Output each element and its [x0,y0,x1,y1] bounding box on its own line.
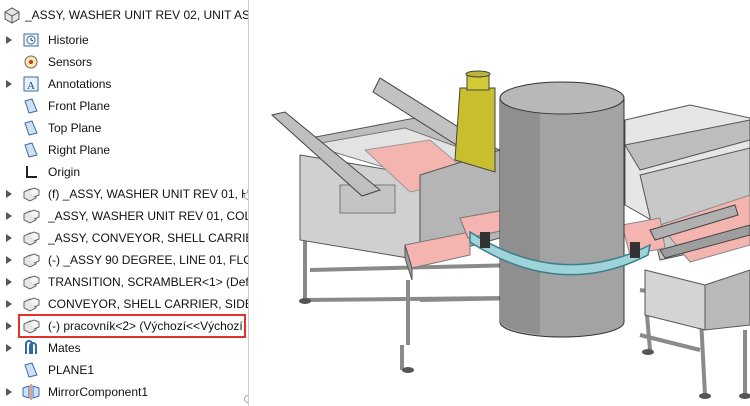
tree-item-label: Historie [48,33,89,47]
tree-item[interactable]: Origin [0,161,248,183]
tree-item[interactable]: Front Plane [0,95,248,117]
selected-item-highlight [18,314,246,338]
tree-item-label: Origin [48,165,81,179]
tree-root-assembly[interactable]: _ASSY, WASHER UNIT REV 02, UNIT ASSEM [0,4,248,26]
plane-icon [21,97,41,115]
expand-arrow-icon[interactable] [5,205,13,227]
tree-item-label: CONVEYOR, SHELL CARRIER, SIDE RA [48,297,248,311]
tree-item[interactable]: _ASSY, CONVEYOR, SHELL CARRIER< [0,227,248,249]
assembly-icon [21,229,41,247]
tree-item[interactable]: Right Plane [0,139,248,161]
tree-item-label: Top Plane [48,121,102,135]
tree-item-label: Right Plane [48,143,111,157]
expand-arrow-icon[interactable] [5,381,13,403]
expand-arrow-icon[interactable] [5,271,13,293]
expand-arrow-icon[interactable] [5,315,13,337]
tree-item[interactable]: TRANSITION, SCRAMBLER<1> (Defau [0,271,248,293]
assembly-icon [2,6,22,24]
tree-item[interactable]: MirrorComponent1 [0,381,248,403]
assembly-icon [21,273,41,291]
tree-item-label: Sensors [48,55,93,69]
mirror-component-icon [21,383,41,401]
expand-arrow-icon[interactable] [5,293,13,315]
annotations-icon: A [21,75,41,93]
tree-item-label: _ASSY, WASHER UNIT REV 01, COLD R [48,209,248,223]
history-icon [21,31,41,49]
tree-item[interactable]: Historie [0,29,248,51]
expand-arrow-icon[interactable] [5,29,13,51]
plane-icon [21,361,41,379]
svg-text:A: A [27,80,35,92]
tree-item[interactable]: (-) _ASSY 90 DEGREE, LINE 01, FLOOR [0,249,248,271]
tree-item[interactable]: Mates [0,337,248,359]
tree-item-label: TRANSITION, SCRAMBLER<1> (Defau [48,275,249,289]
tree-item[interactable]: _ASSY, WASHER UNIT REV 01, COLD R [0,205,248,227]
origin-icon [21,163,41,181]
assembly-icon [21,251,41,269]
yellow-container [454,87,496,173]
right-unit-side-panel [644,269,706,331]
assembly-icon [21,295,41,313]
tree-item-label: Annotations [48,77,112,91]
tree-item-label: _ASSY, CONVEYOR, SHELL CARRIER< [48,231,249,245]
expand-arrow-icon[interactable] [5,227,13,249]
tree-item-label: (f) _ASSY, WASHER UNIT REV 01, HOT [48,187,249,201]
tree-item[interactable]: PLANE1 [0,359,248,381]
tree-root-label: _ASSY, WASHER UNIT REV 02, UNIT ASSEM [25,8,249,22]
assembly-icon [21,207,41,225]
tree-item-label: (-) _ASSY 90 DEGREE, LINE 01, FLOOR [48,253,249,267]
tree-item-label: MirrorComponent1 [48,385,149,399]
tree-item[interactable]: Sensors [0,51,248,73]
expand-arrow-icon[interactable] [5,73,13,95]
tree-item[interactable]: A Annotations [0,73,248,95]
mates-icon [21,339,41,357]
3d-viewport[interactable] [249,0,750,406]
sensor-icon [21,53,41,71]
plane-icon [21,141,41,159]
plane-icon [21,119,41,137]
assembly-icon [21,185,41,203]
expand-arrow-icon[interactable] [5,183,13,205]
assembly-model-render [270,70,750,399]
expand-arrow-icon[interactable] [5,249,13,271]
tree-item-label: PLANE1 [48,363,95,377]
feature-manager-tree: _ASSY, WASHER UNIT REV 02, UNIT ASSEM Hi… [0,0,249,406]
tree-item-label: Front Plane [48,99,111,113]
tank-opening [499,81,625,115]
tree-item[interactable]: Top Plane [0,117,248,139]
tree-item[interactable]: (f) _ASSY, WASHER UNIT REV 01, HOT [0,183,248,205]
tree-item[interactable]: CONVEYOR, SHELL CARRIER, SIDE RA [0,293,248,315]
tree-item-label: Mates [48,341,81,355]
expand-arrow-icon[interactable] [5,337,13,359]
